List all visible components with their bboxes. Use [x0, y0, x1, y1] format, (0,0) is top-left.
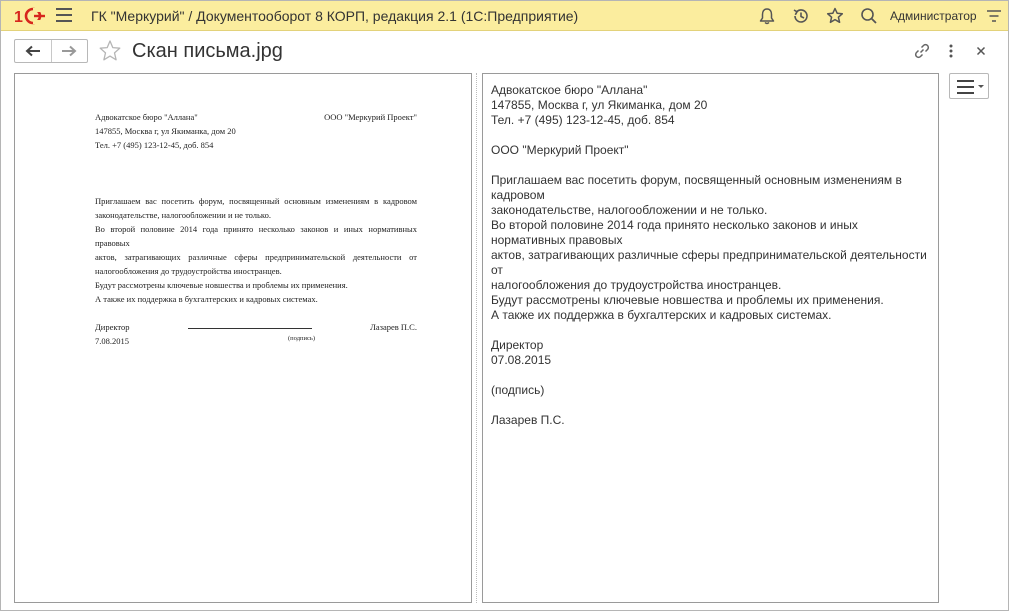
scan-image-panel[interactable]: Адвокатское бюро "Аллана" ООО "Меркурий …	[14, 73, 472, 603]
scan-body-line: Приглашаем вас посетить форум, посвященн…	[95, 196, 417, 206]
search-icon[interactable]	[859, 6, 879, 26]
text-line	[491, 368, 938, 383]
text-line: Лазарев П.С.	[491, 413, 565, 427]
history-icon[interactable]	[791, 6, 811, 26]
hamburger-menu-icon	[957, 80, 974, 98]
svg-text:1: 1	[14, 9, 23, 26]
scan-signature-line	[187, 320, 312, 329]
text-line: 147855, Москва г, ул Якиманка, дом 20	[491, 98, 708, 112]
more-vertical-icon[interactable]	[941, 41, 961, 61]
scan-body-line: законодательстве, налогообложении и не т…	[95, 210, 272, 220]
title-bar: 1 ГК "Меркурий" / Документооборот 8 КОРП…	[1, 1, 1008, 31]
text-line	[491, 323, 938, 338]
text-line: нормативных правовых	[491, 233, 623, 247]
favorites-star-icon[interactable]	[825, 6, 845, 26]
app-title: ГК "Меркурий" / Документооборот 8 КОРП, …	[91, 8, 579, 24]
text-line: А также их поддержка в бухгалтерских и к…	[491, 308, 832, 322]
favorite-star-icon[interactable]	[98, 39, 122, 63]
text-line: Во второй половине 2014 года принято нес…	[491, 218, 858, 232]
scan-position: Директор	[95, 322, 130, 332]
text-line	[491, 128, 938, 143]
text-line: законодательстве, налогообложении и не т…	[491, 203, 768, 217]
text-line: кадровом	[491, 188, 545, 202]
app-window: 1 ГК "Меркурий" / Документооборот 8 КОРП…	[0, 0, 1009, 611]
scan-signature-row: Директор Лазарев П.С.	[95, 320, 417, 334]
text-line	[491, 398, 938, 413]
scan-body-line: Во второй половине 2014 года принято нес…	[95, 224, 417, 248]
more-actions-menu-button[interactable]	[949, 73, 989, 99]
text-line	[491, 158, 938, 173]
link-icon[interactable]	[912, 41, 932, 61]
settings-lines-icon[interactable]	[984, 6, 1004, 26]
scan-body-line: Будут рассмотрены ключевые новшества и п…	[95, 280, 348, 290]
bell-icon[interactable]	[757, 6, 777, 26]
main-menu-icon[interactable]	[56, 8, 72, 24]
text-line: Приглашаем вас посетить форум, посвященн…	[491, 173, 902, 187]
close-icon[interactable]	[971, 41, 991, 61]
scan-date-row: 7.08.2015 (подпись)	[95, 334, 417, 348]
chevron-down-icon	[978, 85, 984, 88]
current-user[interactable]: Администратор	[890, 9, 977, 23]
scan-signature-caption: (подпись)	[288, 335, 315, 342]
text-line: налогообложения до трудоустройства иност…	[491, 278, 782, 292]
text-line: ООО "Меркурий Проект"	[491, 143, 629, 157]
navigation-buttons	[14, 39, 88, 63]
recognized-text[interactable]: Адвокатское бюро "Аллана" 147855, Москва …	[491, 83, 938, 428]
scan-header-row: Адвокатское бюро "Аллана" ООО "Меркурий …	[95, 110, 417, 124]
text-line: Директор	[491, 338, 544, 352]
scan-body-line: актов, затрагивающих различные сферы пре…	[95, 252, 417, 262]
panel-splitter[interactable]	[476, 73, 478, 603]
scan-body-line: налогообложения до трудоустройства иност…	[95, 266, 282, 276]
scan-sender: Адвокатское бюро "Аллана"	[95, 112, 198, 122]
scan-signer: Лазарев П.С.	[370, 322, 417, 332]
form-title: Скан письма.jpg	[132, 40, 283, 62]
scan-phone: Тел. +7 (495) 123-12-45, доб. 854	[95, 140, 214, 150]
text-line: от	[491, 263, 503, 277]
scan-address: 147855, Москва г, ул Якиманка, дом 20	[95, 126, 236, 136]
scan-date: 7.08.2015	[95, 336, 129, 346]
text-line: Будут рассмотрены ключевые новшества и п…	[491, 293, 884, 307]
scan-recipient: ООО "Меркурий Проект"	[324, 112, 417, 122]
text-line: Адвокатское бюро "Аллана"	[491, 83, 648, 97]
back-arrow-icon	[25, 45, 40, 57]
1c-logo-icon[interactable]: 1	[13, 6, 45, 26]
back-button[interactable]	[15, 40, 51, 62]
recognized-text-panel[interactable]: Адвокатское бюро "Аллана" 147855, Москва …	[482, 73, 939, 603]
forward-button[interactable]	[50, 40, 88, 62]
text-line: актов, затрагивающих различные сферы пре…	[491, 248, 927, 262]
forward-arrow-icon	[62, 45, 77, 57]
scanned-letter-image: Адвокатское бюро "Аллана" ООО "Меркурий …	[95, 110, 417, 348]
text-line: 07.08.2015	[491, 353, 552, 367]
text-line: Тел. +7 (495) 123-12-45, доб. 854	[491, 113, 675, 127]
scan-body-line: А также их поддержка в бухгалтерских и к…	[95, 294, 318, 304]
text-line: (подпись)	[491, 383, 545, 397]
